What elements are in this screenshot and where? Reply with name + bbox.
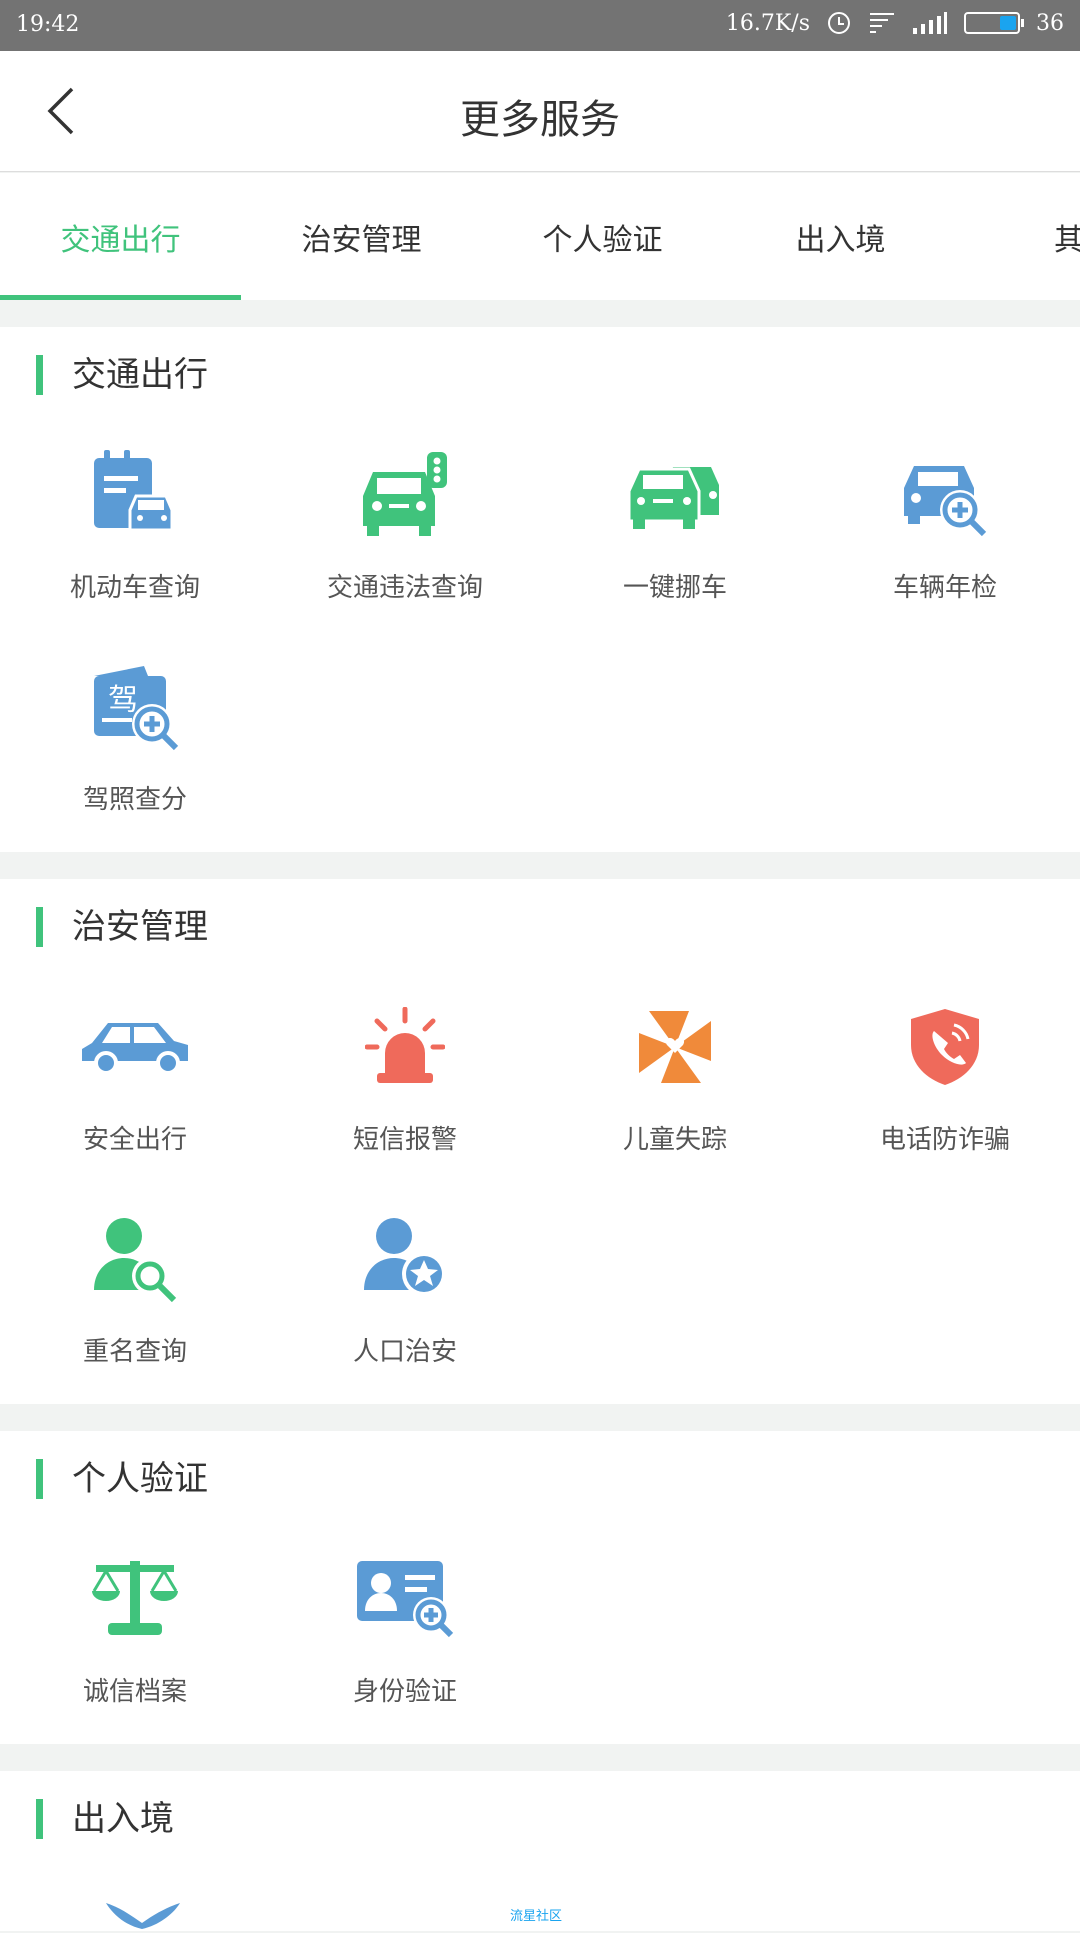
tab-other[interactable]: 其 (1000, 215, 1080, 259)
item-label: 车辆年检 (892, 573, 997, 603)
grid-item-name-query[interactable]: 重名查询 (0, 1209, 270, 1368)
active-tab-indicator (0, 295, 241, 300)
pinwheel-icon (620, 997, 730, 1097)
item-label: 安全出行 (82, 1125, 187, 1155)
grid-item-license-points[interactable]: 驾 驾照查分 (0, 657, 270, 816)
signal-icon (913, 12, 947, 34)
two-cars-icon (620, 445, 730, 545)
vehicle-document-icon (80, 445, 190, 545)
car-search-icon (890, 445, 1000, 545)
small-caption: 流星社区 (510, 1909, 563, 1924)
grid-item-credit-file[interactable]: 诚信档案 (0, 1549, 270, 1708)
grid-item-move-car[interactable]: 一键挪车 (540, 445, 810, 604)
item-label: 重名查询 (82, 1337, 187, 1367)
status-bar: 19:42 16.7K/s 36 (0, 0, 1080, 51)
alarm-icon (828, 12, 850, 34)
item-label: 电话防诈骗 (879, 1125, 1010, 1155)
item-label: 身份验证 (352, 1677, 457, 1707)
grid-item-safe-travel[interactable]: 安全出行 (0, 997, 270, 1156)
app-header: 更多服务 (0, 51, 1080, 172)
section-traffic: 交通出行 机动车查询 交通违法查询 一键挪车 车辆年检 驾 驾照查分 (0, 327, 1080, 852)
person-search-icon (80, 1209, 190, 1309)
network-speed: 16.7K/s (725, 10, 810, 36)
tab-immigration[interactable]: 出入境 (720, 215, 961, 259)
section-title: 治安管理 (36, 899, 208, 948)
item-label: 一键挪车 (622, 573, 727, 603)
plane-icon (104, 1899, 184, 1933)
grid-item-sms-alarm[interactable]: 短信报警 (270, 997, 540, 1156)
section-title: 个人验证 (36, 1451, 208, 1500)
item-label: 机动车查询 (69, 573, 200, 603)
tab-personal-verify[interactable]: 个人验证 (482, 215, 723, 259)
scales-icon (80, 1549, 190, 1649)
battery-icon (964, 12, 1024, 34)
grid-item-traffic-violation[interactable]: 交通违法查询 (270, 445, 540, 604)
id-card-search-icon (350, 1549, 460, 1649)
section-public-security: 治安管理 安全出行 短信报警 儿童失踪 电话防诈骗 重名查询 人口治安 (0, 879, 1080, 1404)
item-label: 儿童失踪 (622, 1125, 727, 1155)
grid-item-identity-verify[interactable]: 身份验证 (270, 1549, 540, 1708)
car-traffic-light-icon (350, 445, 460, 545)
grid-item-annual-inspection[interactable]: 车辆年检 (810, 445, 1080, 604)
grid-item-population-security[interactable]: 人口治安 (270, 1209, 540, 1368)
car-icon (80, 997, 190, 1097)
item-label: 驾照查分 (82, 785, 187, 815)
grid-item-vehicle-query[interactable]: 机动车查询 (0, 445, 270, 604)
category-tabs: 交通出行 治安管理 个人验证 出入境 其 (0, 173, 1080, 300)
section-personal-verify: 个人验证 诚信档案 身份验证 (0, 1431, 1080, 1744)
item-label: 短信报警 (352, 1125, 457, 1155)
person-star-icon (350, 1209, 460, 1309)
page-title: 更多服务 (460, 97, 620, 143)
item-label: 人口治安 (352, 1337, 457, 1367)
section-title: 出入境 (36, 1791, 174, 1840)
svg-text:驾: 驾 (108, 683, 138, 718)
item-label: 交通违法查询 (326, 573, 483, 603)
item-label: 诚信档案 (82, 1677, 187, 1707)
battery-level: 36 (1036, 10, 1064, 36)
grid-item-missing-child[interactable]: 儿童失踪 (540, 997, 810, 1156)
tab-traffic[interactable]: 交通出行 (0, 215, 241, 259)
status-right: 16.7K/s 36 (726, 10, 1064, 36)
shield-phone-icon (890, 997, 1000, 1097)
section-title: 交通出行 (36, 347, 208, 396)
license-search-icon: 驾 (80, 657, 190, 757)
tab-public-security[interactable]: 治安管理 (241, 215, 482, 259)
grid-item-phone-fraud[interactable]: 电话防诈骗 (810, 997, 1080, 1156)
wifi-icon (870, 13, 894, 33)
status-time: 19:42 (16, 12, 80, 37)
siren-icon (350, 997, 460, 1097)
section-immigration: 出入境 流星社区 (0, 1771, 1080, 1931)
